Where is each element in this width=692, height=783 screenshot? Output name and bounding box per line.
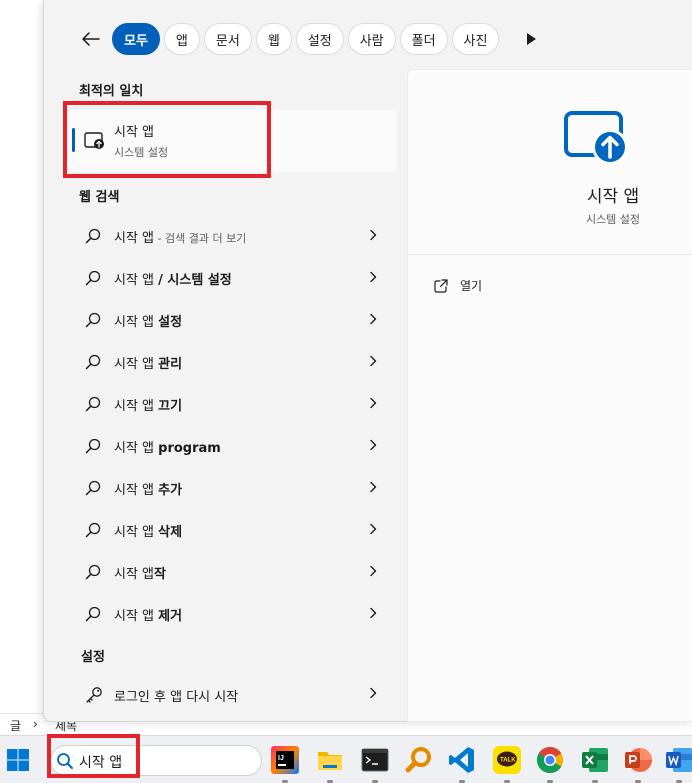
taskbar: 시작 앱 IJ TALK <box>0 734 692 783</box>
web-search-list: 시작 앱 - 검색 결과 더 보기 시작 앱 / 시스템 설정 시작 앱 설정 … <box>68 215 397 635</box>
web-search-item-label: 시작 앱 제거 <box>114 609 183 624</box>
search-icon <box>85 396 101 412</box>
vscode-icon[interactable] <box>447 745 477 775</box>
kakaotalk-icon[interactable]: TALK <box>492 745 522 775</box>
word-icon[interactable] <box>664 745 692 775</box>
web-search-item[interactable]: 시작 앱 관리 <box>68 341 397 383</box>
search-icon <box>85 480 101 496</box>
terminal-icon[interactable] <box>360 745 390 775</box>
web-search-item[interactable]: 시작 앱 program <box>68 425 397 467</box>
web-search-item[interactable]: 시작 앱 추가 <box>68 467 397 509</box>
chevron-right-icon <box>370 397 377 409</box>
web-search-item[interactable]: 시작 앱 - 검색 결과 더 보기 <box>68 215 397 257</box>
chevron-right-icon <box>370 687 377 699</box>
intellij-icon[interactable]: IJ <box>270 745 300 775</box>
play-right-icon <box>527 33 537 45</box>
svg-text:TALK: TALK <box>500 758 516 764</box>
filter-chip-photos[interactable]: 사진 <box>451 23 500 55</box>
filter-bar: 모두 앱 문서 웹 설정 사람 폴더 사진 <box>78 22 541 56</box>
search-icon <box>85 270 101 286</box>
filter-chip-documents[interactable]: 문서 <box>203 23 252 55</box>
filter-chip-people[interactable]: 사람 <box>347 23 396 55</box>
settings-item-restart-apps[interactable]: 로그인 후 앱 다시 시작 <box>68 673 397 715</box>
search-icon <box>85 606 101 622</box>
desktop-background <box>0 0 44 716</box>
settings-header: 설정 <box>81 650 105 665</box>
search-icon <box>85 354 101 370</box>
filter-chip-apps[interactable]: 앱 <box>163 23 200 55</box>
filter-chip-folders[interactable]: 폴더 <box>399 23 448 55</box>
chevron-right-icon <box>370 607 377 619</box>
open-external-icon <box>434 278 448 293</box>
open-label: 열기 <box>460 279 483 293</box>
back-button[interactable] <box>78 26 104 52</box>
filter-chip-settings[interactable]: 설정 <box>295 23 344 55</box>
highlight-box <box>63 101 271 178</box>
web-search-item-label: 시작 앱 - 검색 결과 더 보기 <box>114 231 247 246</box>
back-arrow-icon <box>82 32 100 46</box>
web-search-item[interactable]: 시작 앱 삭제 <box>68 509 397 551</box>
search-icon <box>85 312 101 328</box>
search-icon <box>85 564 101 580</box>
chevron-right-icon <box>370 523 377 535</box>
startup-apps-icon <box>564 111 628 165</box>
open-button[interactable]: 열기 <box>434 277 482 294</box>
chevron-right-icon <box>370 271 377 283</box>
chevron-right-icon <box>370 565 377 577</box>
chrome-icon[interactable] <box>535 745 565 775</box>
web-search-item[interactable]: 시작 앱 / 시스템 설정 <box>68 257 397 299</box>
windows-start-icon[interactable] <box>6 748 30 772</box>
chevron-right-icon <box>370 313 377 325</box>
best-match-header: 최적의 일치 <box>79 84 144 99</box>
chevron-right-icon <box>370 355 377 367</box>
search-icon <box>85 522 101 538</box>
preview-subtitle: 시스템 설정 <box>585 213 641 226</box>
more-filters-button[interactable] <box>521 24 541 54</box>
preview-pane: 시작 앱 시스템 설정 열기 <box>407 69 692 722</box>
filter-chip-web[interactable]: 웹 <box>255 23 292 55</box>
web-search-item[interactable]: 시작 앱작 <box>68 551 397 593</box>
search-tool-icon[interactable] <box>404 745 434 775</box>
web-search-item-label: 시작 앱 추가 <box>114 483 183 498</box>
search-icon <box>85 438 101 454</box>
web-search-item[interactable]: 시작 앱 끄기 <box>68 383 397 425</box>
search-icon <box>85 228 101 244</box>
preview-title: 시작 앱 <box>586 187 640 207</box>
web-search-item-label: 시작 앱 끄기 <box>114 399 183 414</box>
key-icon <box>86 687 102 703</box>
divider <box>408 254 692 255</box>
settings-item-label: 로그인 후 앱 다시 시작 <box>114 690 239 705</box>
web-search-item-label: 시작 앱 관리 <box>114 357 183 372</box>
background-text: 글 <box>10 719 22 733</box>
file-explorer-icon[interactable] <box>315 745 345 775</box>
web-search-item-label: 시작 앱 program <box>114 441 221 456</box>
chevron-right-icon <box>370 439 377 451</box>
chevron-right-icon <box>370 229 377 241</box>
web-search-item[interactable]: 시작 앱 제거 <box>68 593 397 635</box>
search-panel: 모두 앱 문서 웹 설정 사람 폴더 사진 최적의 일치 시작 앱 시스템 설정… <box>43 0 692 722</box>
excel-icon[interactable] <box>580 745 610 775</box>
web-search-item-label: 시작 앱작 <box>114 567 166 582</box>
web-search-item[interactable]: 시작 앱 설정 <box>68 299 397 341</box>
background-text: › <box>33 717 38 731</box>
powerpoint-icon[interactable] <box>623 745 653 775</box>
chevron-right-icon <box>370 481 377 493</box>
web-search-item-label: 시작 앱 / 시스템 설정 <box>114 273 232 288</box>
filter-chip-all[interactable]: 모두 <box>112 23 160 55</box>
highlight-box <box>47 734 140 778</box>
svg-text:IJ: IJ <box>278 755 284 762</box>
web-search-item-label: 시작 앱 삭제 <box>114 525 183 540</box>
web-search-header: 웹 검색 <box>79 190 120 205</box>
web-search-item-label: 시작 앱 설정 <box>114 315 183 330</box>
